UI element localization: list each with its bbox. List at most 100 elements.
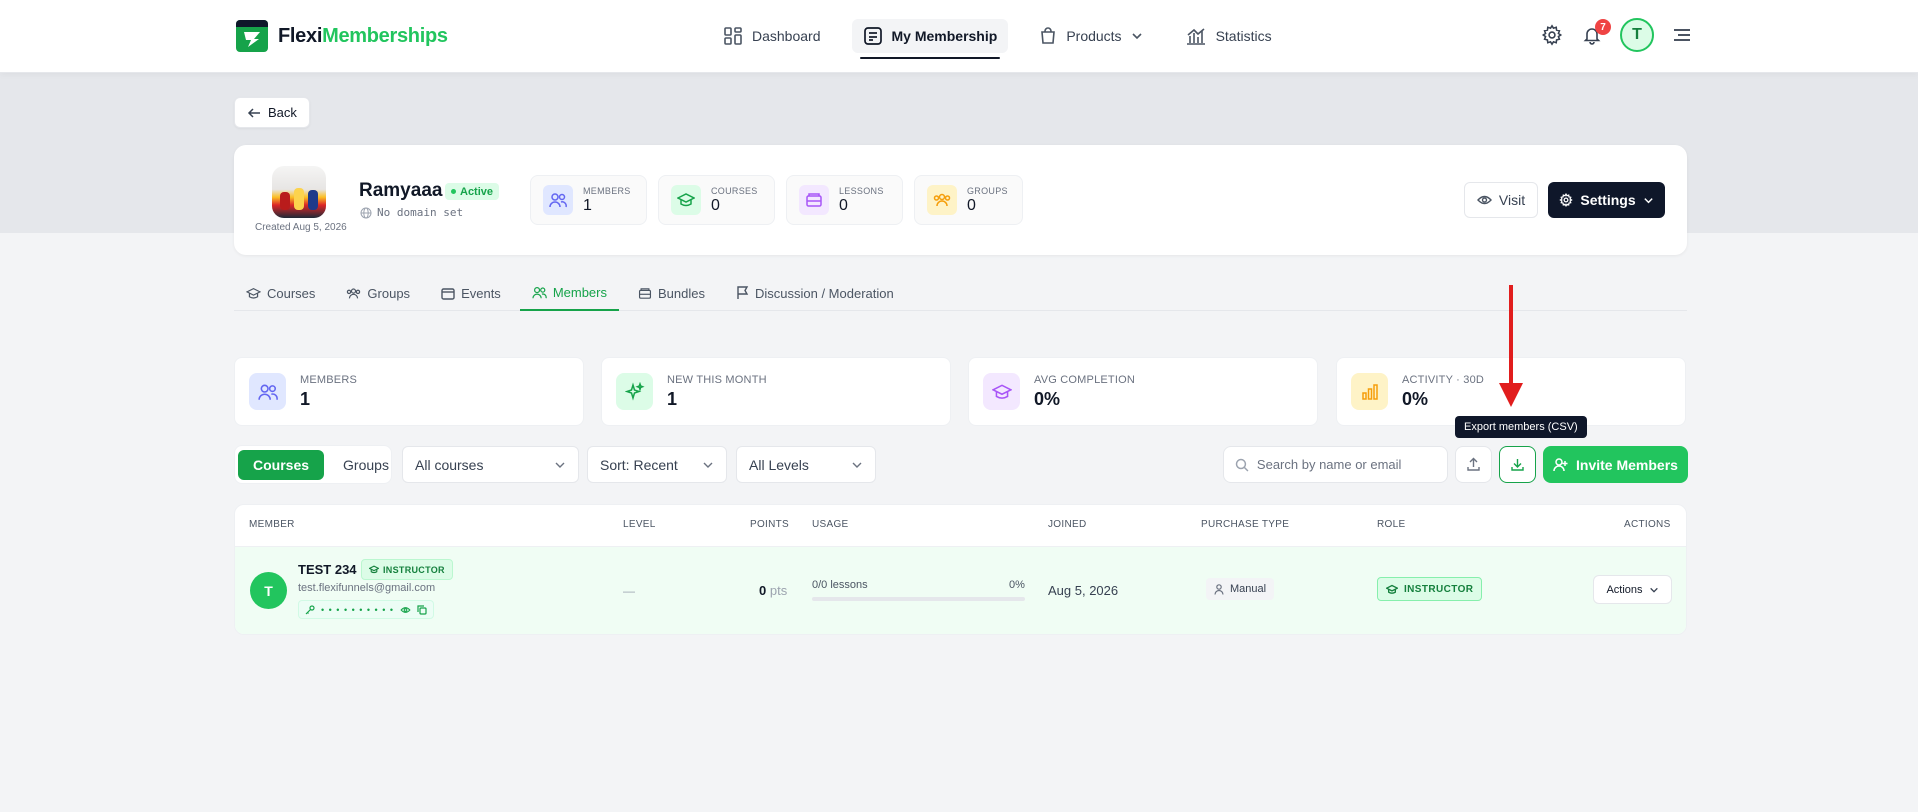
purchase-type-label: Manual [1230, 583, 1267, 595]
user-avatar[interactable]: T [1620, 18, 1654, 52]
annotation-arrow-icon [1499, 285, 1523, 407]
tab-discussion[interactable]: Discussion / Moderation [724, 276, 906, 310]
search-input[interactable] [1256, 457, 1436, 472]
points-value: 0 [759, 583, 767, 598]
nav-products-label: Products [1066, 28, 1122, 44]
member-avatar: T [250, 572, 287, 609]
import-button[interactable] [1455, 446, 1492, 483]
brand[interactable]: FlexiMemberships [236, 20, 448, 52]
mini-stat-value: 0 [967, 196, 976, 214]
brand-name: FlexiMemberships [278, 24, 448, 47]
instructor-badge-label: INSTRUCTOR [383, 564, 445, 575]
password-field: • • • • • • • • • • [298, 600, 435, 619]
tab-label: Bundles [658, 285, 705, 301]
chevron-down-icon [555, 462, 565, 468]
download-icon [1511, 459, 1524, 471]
stat-card-avg-completion: AVG COMPLETION 0% [968, 357, 1318, 426]
export-tooltip: Export members (CSV) [1455, 416, 1587, 438]
col-points: POINTS [750, 519, 790, 530]
user-icon [1214, 583, 1224, 595]
tab-courses[interactable]: Courses [234, 276, 327, 310]
users-icon [532, 287, 547, 299]
back-button[interactable]: Back [234, 97, 310, 128]
export-csv-button[interactable] [1499, 446, 1536, 483]
stat-label: MEMBERS [300, 373, 358, 386]
tab-groups[interactable]: Groups [334, 276, 422, 310]
nav-my-membership[interactable]: My Membership [851, 19, 1009, 59]
box-icon [638, 287, 652, 299]
eye-icon[interactable] [400, 606, 411, 614]
book-icon [799, 185, 829, 215]
users-icon [543, 185, 573, 215]
graduation-cap-icon [246, 287, 261, 299]
mini-stat-value: 0 [711, 196, 720, 214]
stat-value: 1 [667, 388, 678, 409]
member-name: TEST 234 [298, 562, 357, 577]
gear-icon [1541, 24, 1563, 46]
domain-text: No domain set [377, 206, 464, 219]
level-select[interactable]: All Levels [736, 446, 876, 483]
table-header: MEMBER LEVEL POINTS USAGE JOINED PURCHAS… [235, 505, 1686, 547]
member-points: 0 pts [759, 583, 787, 598]
nav-products[interactable]: Products [1028, 19, 1153, 53]
nav-statistics-label: Statistics [1215, 28, 1272, 44]
tab-events[interactable]: Events [429, 276, 513, 310]
tab-label: Discussion / Moderation [754, 285, 894, 301]
tab-members[interactable]: Members [519, 276, 619, 311]
member-level: — [623, 584, 635, 598]
visit-button[interactable]: Visit [1464, 182, 1538, 218]
back-label: Back [268, 105, 297, 120]
nav-statistics[interactable]: Statistics [1174, 19, 1283, 53]
created-date: Created Aug 5, 2026 [255, 222, 347, 233]
menu-button[interactable] [1670, 23, 1694, 47]
view-toggle: Courses Groups [234, 445, 392, 484]
users-icon [249, 373, 286, 410]
membership-name: Ramyaaa [359, 180, 443, 201]
invite-label: Invite Members [1576, 456, 1678, 473]
mini-stat-members: MEMBERS 1 [530, 175, 647, 225]
mini-stat-lessons: LESSONS 0 [786, 175, 903, 225]
calendar-icon [441, 287, 455, 300]
course-filter-value: All courses [415, 456, 484, 473]
sort-select[interactable]: Sort: Recent [587, 446, 727, 483]
table-row[interactable]: T TEST 234 INSTRUCTOR test.flexifunnels@… [235, 547, 1686, 634]
tab-label: Groups [367, 285, 411, 301]
settings-button[interactable]: Settings [1548, 182, 1665, 218]
membership-thumbnail [272, 166, 326, 218]
stat-label: AVG COMPLETION [1034, 373, 1135, 386]
course-filter-select[interactable]: All courses [402, 446, 579, 483]
toggle-groups[interactable]: Groups [328, 450, 404, 480]
tab-label: Members [552, 285, 607, 300]
notifications-button[interactable]: 7 [1580, 19, 1611, 47]
stat-card-new-this-month: NEW THIS MONTH 1 [601, 357, 951, 426]
col-role: ROLE [1377, 519, 1406, 530]
search-icon [1235, 458, 1249, 471]
add-user-icon [1553, 457, 1568, 471]
tab-bundles[interactable]: Bundles [626, 276, 717, 310]
nav-dashboard[interactable]: Dashboard [712, 19, 832, 53]
visit-label: Visit [1498, 192, 1526, 208]
status-badge: Active [445, 183, 500, 200]
col-level: LEVEL [623, 519, 656, 530]
invite-members-button[interactable]: Invite Members [1543, 446, 1688, 483]
col-member: MEMBER [249, 519, 295, 530]
graduation-cap-icon [1386, 584, 1398, 594]
key-icon [305, 604, 315, 614]
stat-value: 0% [1034, 388, 1061, 409]
copy-icon[interactable] [417, 604, 427, 615]
membership-icon [863, 27, 882, 45]
stat-value: 0% [1402, 388, 1429, 409]
upload-icon [1467, 457, 1480, 471]
settings-gear-button[interactable] [1540, 23, 1564, 47]
settings-label: Settings [1580, 192, 1636, 208]
mini-stat-courses: COURSES 0 [658, 175, 775, 225]
gear-icon [1559, 193, 1574, 207]
toggle-courses[interactable]: Courses [238, 449, 325, 480]
graduation-cap-icon [983, 373, 1020, 410]
nav-actions: 7 T [1540, 18, 1694, 52]
chevron-down-icon [1131, 33, 1142, 40]
usage-percent: 0% [1009, 579, 1025, 591]
grid-icon [724, 27, 742, 45]
row-actions-button[interactable]: Actions [1593, 575, 1672, 604]
points-unit: pts [769, 583, 788, 598]
